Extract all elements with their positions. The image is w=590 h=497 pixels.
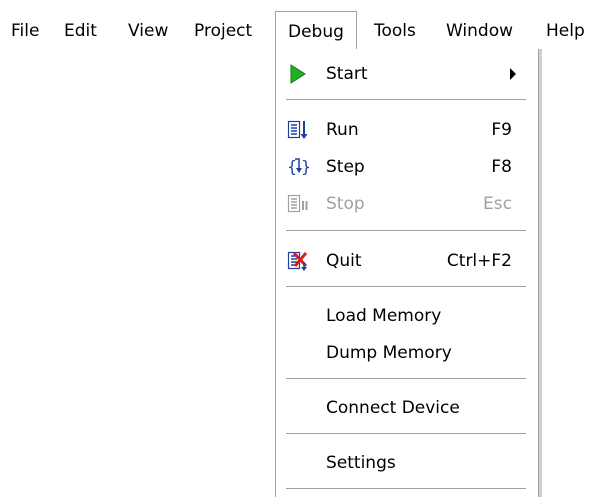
menu-separator	[286, 488, 526, 490]
shortcut-label: F8	[491, 157, 512, 177]
play-icon	[290, 64, 306, 84]
menu-file[interactable]: File	[11, 18, 39, 44]
menu-separator	[286, 99, 526, 101]
menu-item-start[interactable]: Start	[276, 57, 538, 91]
stop-icon	[287, 194, 308, 213]
shortcut-label: Esc	[483, 194, 512, 214]
quit-icon	[287, 251, 308, 271]
shortcut-label: F9	[491, 120, 512, 140]
menu-item-connect-device[interactable]: Connect Device	[276, 391, 538, 425]
menu-item-step[interactable]: { } Step F8	[276, 150, 538, 184]
menu-item-dump-memory[interactable]: Dump Memory	[276, 336, 538, 370]
menu-project[interactable]: Project	[194, 18, 252, 44]
menu-edit[interactable]: Edit	[64, 18, 97, 44]
shortcut-label: Ctrl+F2	[446, 251, 512, 271]
menu-item-label: Start	[326, 64, 368, 84]
menu-view[interactable]: View	[128, 18, 168, 44]
step-icon: { }	[287, 157, 309, 176]
menu-separator	[286, 378, 526, 380]
menu-item-quit[interactable]: Quit Ctrl+F2	[276, 244, 538, 278]
menu-item-settings[interactable]: Settings	[276, 446, 538, 480]
svg-text:{: {	[287, 157, 297, 176]
menu-tools[interactable]: Tools	[374, 18, 416, 44]
menu-item-label: Dump Memory	[326, 343, 452, 363]
menu-item-label: Stop	[326, 194, 365, 214]
menu-item-load-memory[interactable]: Load Memory	[276, 299, 538, 333]
menu-item-label: Quit	[326, 251, 362, 271]
menu-item-label: Run	[326, 120, 359, 140]
submenu-arrow-icon	[510, 68, 516, 80]
menu-window[interactable]: Window	[446, 18, 513, 44]
menu-item-label: Step	[326, 157, 365, 177]
menu-help[interactable]: Help	[546, 18, 585, 44]
debug-menu-dropdown: Start Run F9 { } Step F8	[275, 49, 539, 497]
menu-separator	[286, 286, 526, 288]
menu-separator	[286, 433, 526, 435]
menu-separator	[286, 230, 526, 232]
menu-item-label: Connect Device	[326, 398, 460, 418]
menu-item-stop[interactable]: Stop Esc	[276, 187, 538, 221]
menu-debug[interactable]: Debug	[275, 11, 357, 52]
menu-item-run[interactable]: Run F9	[276, 113, 538, 147]
run-icon	[287, 120, 308, 139]
svg-text:}: }	[301, 157, 309, 176]
menu-item-label: Settings	[326, 453, 396, 473]
menu-item-label: Load Memory	[326, 306, 442, 326]
